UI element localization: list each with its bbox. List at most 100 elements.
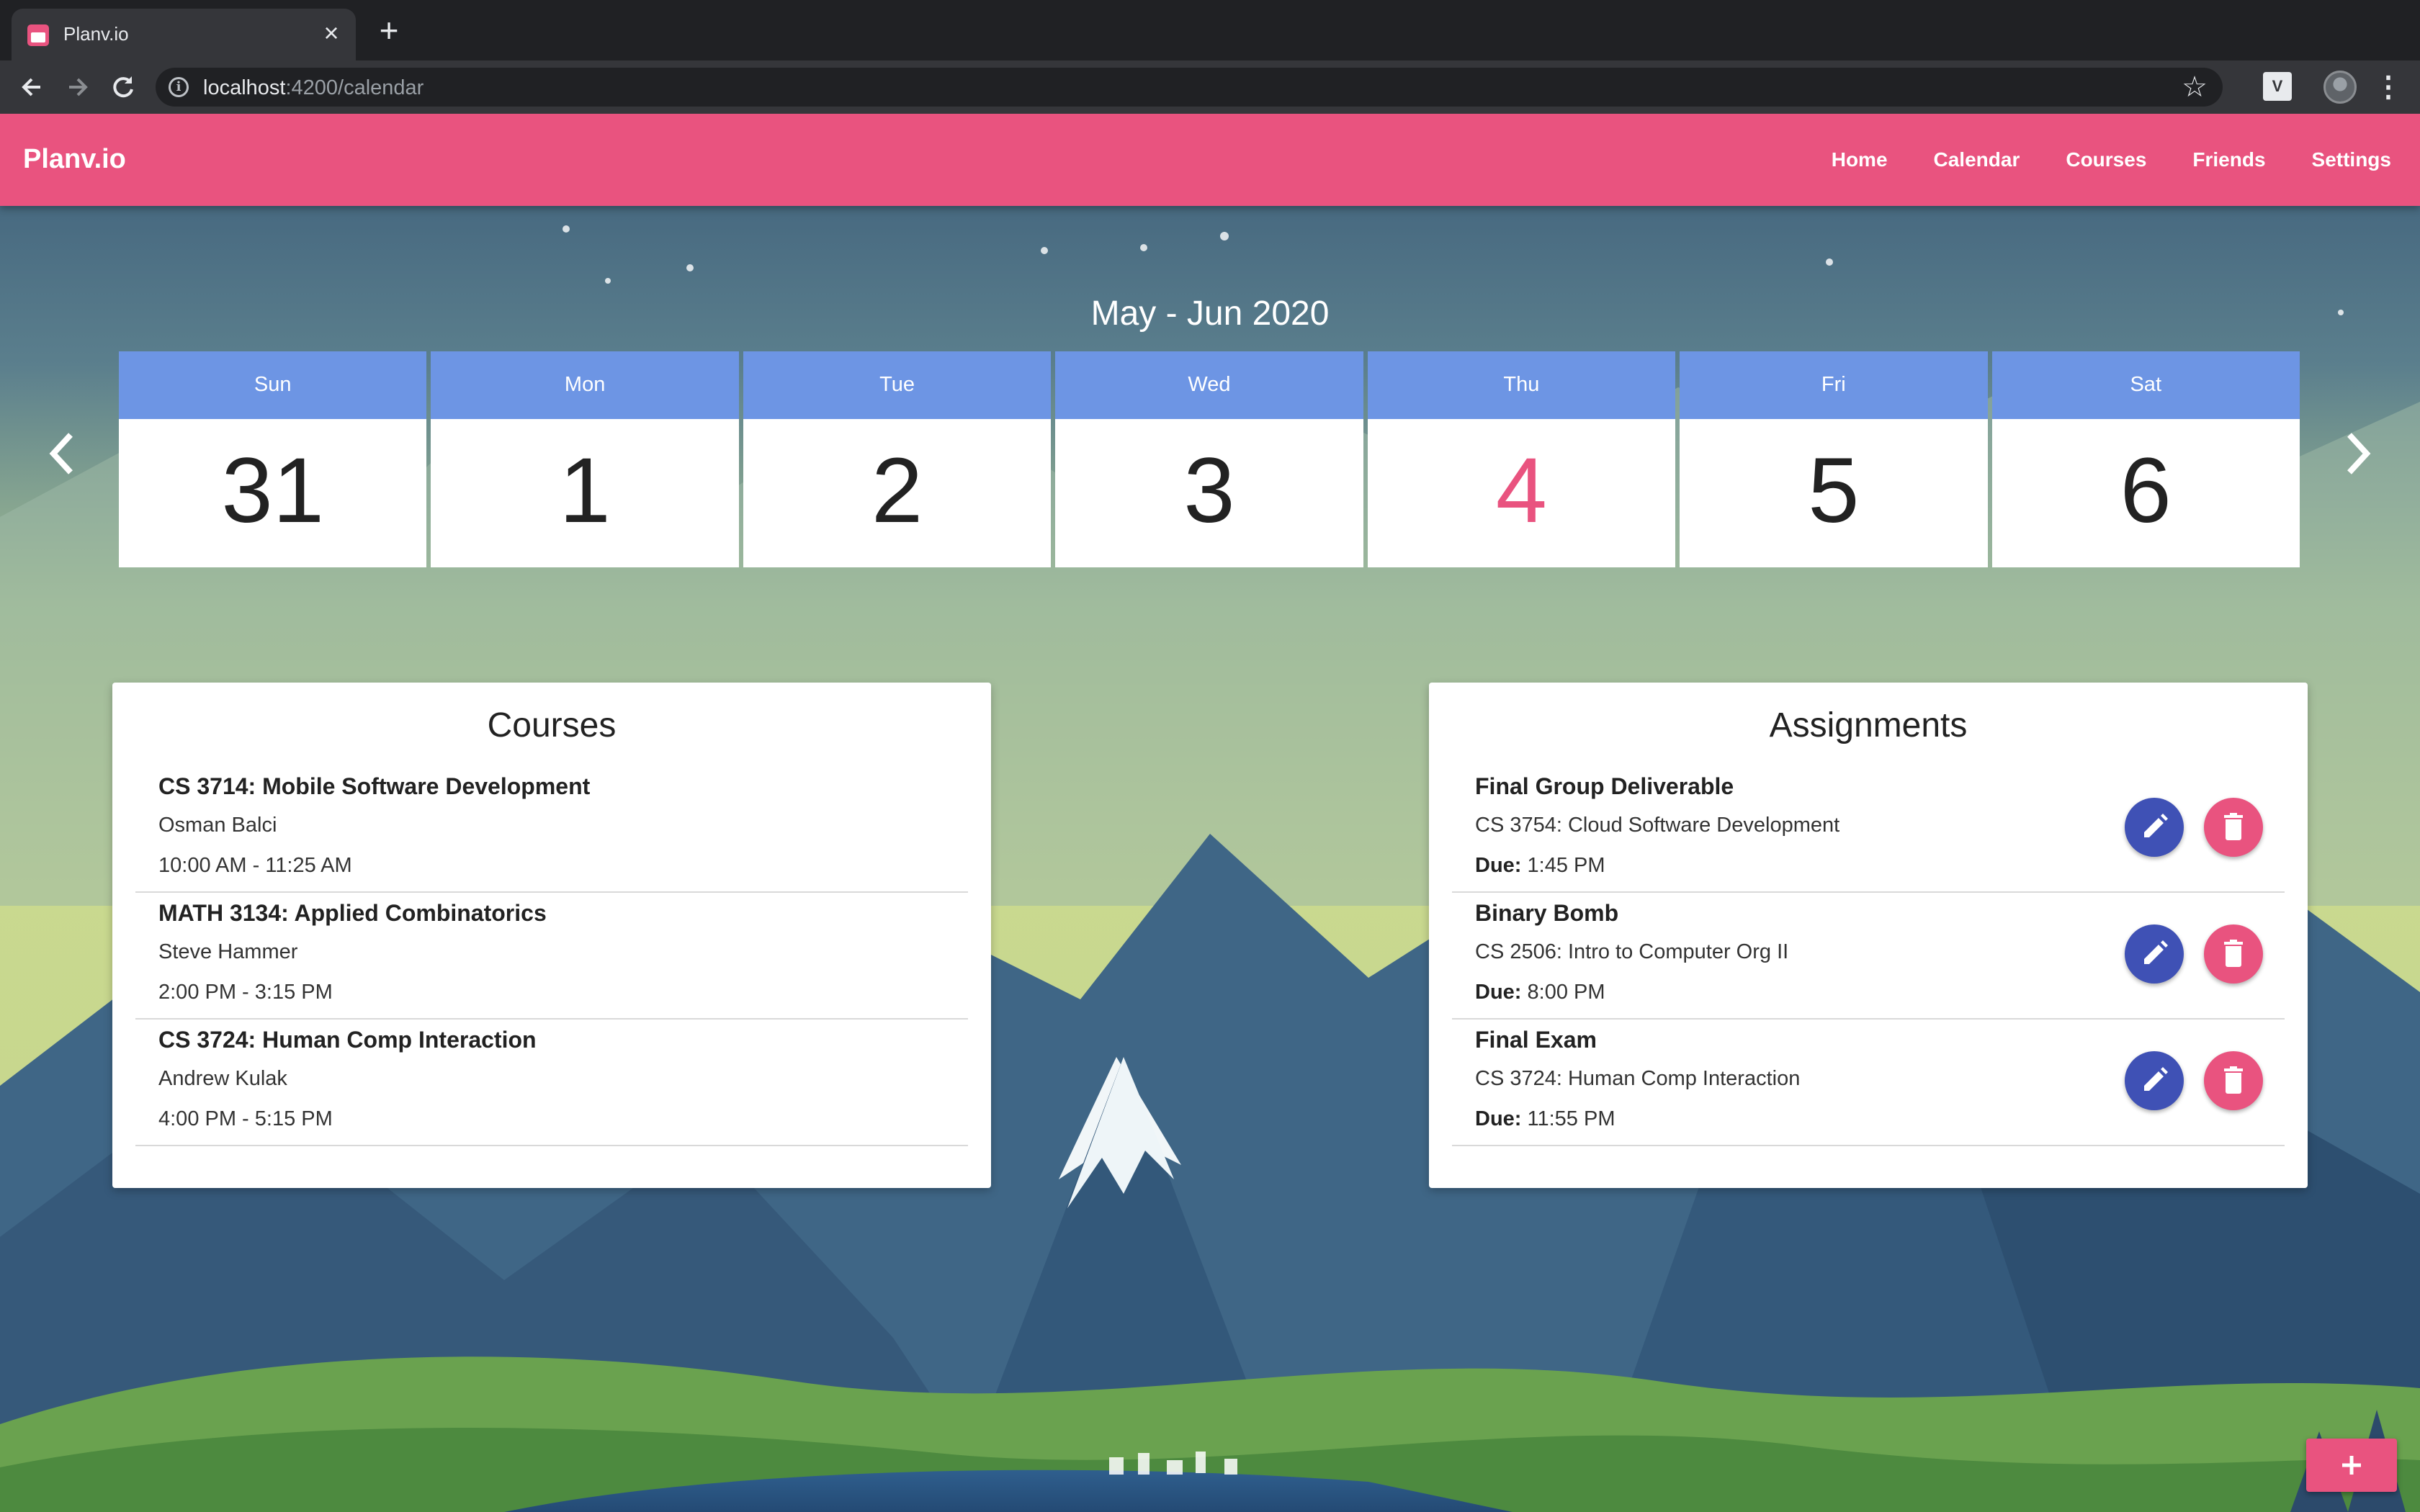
day-number-today: 4 bbox=[1495, 439, 1547, 542]
calendar-favicon-icon bbox=[27, 24, 49, 46]
course-time: 4:00 PM - 5:15 PM bbox=[158, 1107, 333, 1130]
assignments-list: Final Group Deliverable CS 3754: Cloud S… bbox=[1452, 766, 2285, 1146]
assignment-course: CS 3724: Human Comp Interaction bbox=[1475, 1067, 1801, 1090]
due-label: Due: bbox=[1475, 1107, 1522, 1130]
edit-assignment-button[interactable] bbox=[2125, 1051, 2184, 1110]
day-name: Sun bbox=[119, 351, 427, 419]
pencil-icon bbox=[2144, 814, 2168, 837]
day-name: Sat bbox=[1991, 351, 2300, 419]
day-name: Wed bbox=[1055, 351, 1363, 419]
course-time: 10:00 AM - 11:25 AM bbox=[158, 854, 352, 877]
day-number: 1 bbox=[559, 439, 611, 542]
month-label: May - Jun 2020 bbox=[1090, 294, 1330, 333]
edit-assignment-button[interactable] bbox=[2125, 924, 2184, 984]
address-bar[interactable]: i localhost:4200/calendar ☆ bbox=[156, 68, 2223, 107]
day-cell[interactable]: Sun 31 bbox=[119, 351, 427, 567]
trash-icon bbox=[2224, 940, 2243, 967]
forward-arrow-icon[interactable] bbox=[59, 69, 95, 105]
plus-icon bbox=[2342, 1456, 2361, 1475]
day-number: 3 bbox=[1183, 439, 1235, 542]
day-cell[interactable]: Wed 3 bbox=[1055, 351, 1363, 567]
day-name: Mon bbox=[431, 351, 739, 419]
day-cell-today[interactable]: Thu 4 bbox=[1367, 351, 1676, 567]
day-cell[interactable]: Mon 1 bbox=[431, 351, 739, 567]
course-name: MATH 3134: Applied Combinatorics bbox=[158, 900, 547, 926]
edit-assignment-button[interactable] bbox=[2125, 798, 2184, 857]
course-time: 2:00 PM - 3:15 PM bbox=[158, 981, 333, 1004]
add-button[interactable] bbox=[2306, 1439, 2397, 1492]
assignment-course: CS 2506: Intro to Computer Org II bbox=[1475, 940, 1789, 963]
day-number: 6 bbox=[2120, 439, 2172, 542]
info-icon[interactable]: i bbox=[169, 77, 189, 97]
courses-card: Courses CS 3714: Mobile Software Develop… bbox=[112, 683, 991, 1188]
nav-link-home[interactable]: Home bbox=[1832, 148, 1888, 171]
delete-assignment-button[interactable] bbox=[2204, 798, 2263, 857]
browser-toolbar: i localhost:4200/calendar ☆ V ⋮ bbox=[0, 60, 2420, 114]
assignment-name: Final Group Deliverable bbox=[1475, 773, 1734, 799]
assignments-title: Assignments bbox=[1769, 706, 1968, 744]
page-viewport: Planv.io Home Calendar Courses Friends S… bbox=[0, 114, 2420, 1512]
assignment-item[interactable]: Final Exam CS 3724: Human Comp Interacti… bbox=[1452, 1020, 2285, 1146]
day-name: Thu bbox=[1367, 351, 1676, 419]
assignment-due: Due: 11:55 PM bbox=[1475, 1107, 1615, 1131]
assignment-course: CS 3754: Cloud Software Development bbox=[1475, 814, 1840, 837]
url-text: localhost:4200/calendar bbox=[203, 76, 424, 99]
course-instructor: Andrew Kulak bbox=[158, 1067, 287, 1090]
reload-icon[interactable] bbox=[105, 69, 141, 105]
pencil-icon bbox=[2144, 940, 2168, 964]
nav-link-courses[interactable]: Courses bbox=[2066, 148, 2146, 171]
back-arrow-icon[interactable] bbox=[14, 69, 50, 105]
day-cell[interactable]: Tue 2 bbox=[743, 351, 1052, 567]
due-label: Due: bbox=[1475, 981, 1522, 1004]
pencil-icon bbox=[2144, 1067, 2168, 1091]
nav-link-friends[interactable]: Friends bbox=[2192, 148, 2265, 171]
course-instructor: Steve Hammer bbox=[158, 940, 298, 963]
day-cell[interactable]: Sat 6 bbox=[1991, 351, 2300, 567]
courses-list: CS 3714: Mobile Software Development Osm… bbox=[135, 766, 968, 1146]
nav-link-settings[interactable]: Settings bbox=[2312, 148, 2391, 171]
assignment-due: Due: 1:45 PM bbox=[1475, 854, 1605, 878]
delete-assignment-button[interactable] bbox=[2204, 924, 2263, 984]
bookmark-star-icon[interactable]: ☆ bbox=[2179, 72, 2210, 102]
due-time: 1:45 PM bbox=[1527, 854, 1605, 877]
course-name: CS 3714: Mobile Software Development bbox=[158, 773, 591, 799]
new-tab-icon[interactable]: + bbox=[373, 14, 405, 48]
nav-links: Home Calendar Courses Friends Settings bbox=[1832, 148, 2391, 171]
brand-logo[interactable]: Planv.io bbox=[23, 144, 126, 175]
browser-tab[interactable]: Planv.io × bbox=[12, 9, 356, 60]
day-name: Tue bbox=[743, 351, 1052, 419]
browser-tabstrip: Planv.io × + bbox=[0, 0, 2420, 60]
due-time: 11:55 PM bbox=[1527, 1107, 1615, 1130]
chevron-left-icon[interactable] bbox=[36, 419, 88, 488]
week-strip: Sun 31 Mon 1 Tue 2 Wed 3 Thu 4 Fri 5 Sat… bbox=[119, 351, 2300, 567]
extension-icon[interactable]: V bbox=[2263, 72, 2292, 101]
profile-avatar-icon[interactable] bbox=[2323, 71, 2357, 104]
day-number: 2 bbox=[871, 439, 923, 542]
due-label: Due: bbox=[1475, 854, 1522, 877]
trash-icon bbox=[2224, 1066, 2243, 1094]
trash-icon bbox=[2224, 813, 2243, 840]
nav-link-calendar[interactable]: Calendar bbox=[1934, 148, 2020, 171]
course-item[interactable]: CS 3724: Human Comp Interaction Andrew K… bbox=[135, 1020, 968, 1146]
assignment-item[interactable]: Binary Bomb CS 2506: Intro to Computer O… bbox=[1452, 893, 2285, 1020]
assignment-item[interactable]: Final Group Deliverable CS 3754: Cloud S… bbox=[1452, 766, 2285, 893]
day-number: 31 bbox=[221, 439, 324, 542]
app-navbar: Planv.io Home Calendar Courses Friends S… bbox=[0, 114, 2420, 206]
day-name: Fri bbox=[1680, 351, 1988, 419]
delete-assignment-button[interactable] bbox=[2204, 1051, 2263, 1110]
due-time: 8:00 PM bbox=[1527, 981, 1605, 1004]
courses-title: Courses bbox=[487, 706, 617, 744]
assignment-name: Binary Bomb bbox=[1475, 900, 1619, 926]
course-item[interactable]: CS 3714: Mobile Software Development Osm… bbox=[135, 766, 968, 893]
close-tab-icon[interactable]: × bbox=[317, 19, 346, 48]
tab-title: Planv.io bbox=[63, 23, 129, 45]
more-menu-icon[interactable]: ⋮ bbox=[2374, 71, 2403, 104]
assignment-due: Due: 8:00 PM bbox=[1475, 981, 1605, 1004]
course-item[interactable]: MATH 3134: Applied Combinatorics Steve H… bbox=[135, 893, 968, 1020]
chevron-right-icon[interactable] bbox=[2332, 419, 2384, 488]
course-name: CS 3724: Human Comp Interaction bbox=[158, 1027, 537, 1053]
assignments-card: Assignments Final Group Deliverable CS 3… bbox=[1429, 683, 2308, 1188]
day-number: 5 bbox=[1808, 439, 1860, 542]
assignment-name: Final Exam bbox=[1475, 1027, 1597, 1053]
day-cell[interactable]: Fri 5 bbox=[1680, 351, 1988, 567]
